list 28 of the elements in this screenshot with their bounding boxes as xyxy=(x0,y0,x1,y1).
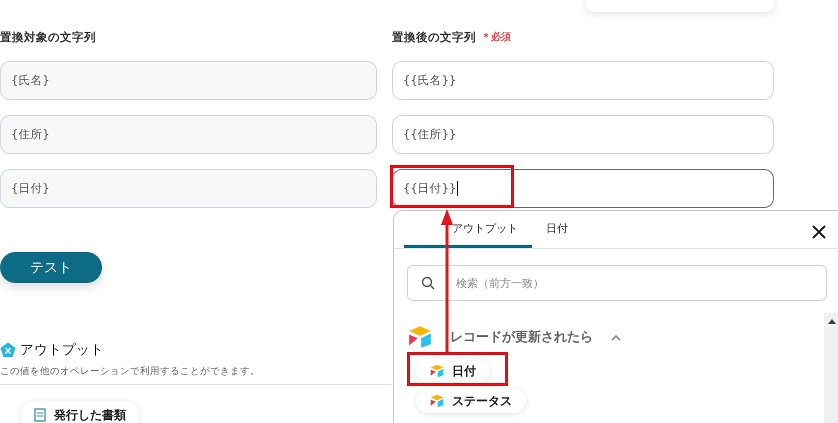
close-button[interactable] xyxy=(810,223,828,241)
section-description: この値を他のオペレーションで利用することができます。 xyxy=(0,365,260,378)
app-logo-icon xyxy=(430,364,444,378)
input-field[interactable]: {住所} xyxy=(0,115,377,154)
test-button[interactable]: テスト xyxy=(0,252,102,283)
input-field[interactable]: {{住所}} xyxy=(392,115,774,154)
input-field[interactable]: {{日付}} xyxy=(392,169,774,208)
group-title: レコードが更新されたら xyxy=(450,328,593,346)
close-icon xyxy=(810,223,828,241)
section-title: アウトプット xyxy=(20,341,104,359)
document-icon xyxy=(34,408,46,422)
app-logo-icon xyxy=(430,394,444,408)
field-label: 置換対象の文字列 xyxy=(0,28,97,46)
output-item[interactable]: 日付 xyxy=(416,359,490,383)
input-field[interactable]: {{氏名}} xyxy=(392,61,774,100)
app-logo-icon xyxy=(408,325,432,349)
scrollbar[interactable] xyxy=(824,313,838,423)
tab[interactable]: 日付 xyxy=(532,211,582,248)
required-mark: ＊必須 xyxy=(481,30,511,44)
output-chip[interactable]: 発行した書類 xyxy=(20,401,140,423)
input-field[interactable]: {日付} xyxy=(0,169,377,208)
chevron-up-icon[interactable] xyxy=(611,334,621,340)
search-icon xyxy=(421,276,435,290)
field-label: 置換後の文字列 xyxy=(392,30,476,44)
output-item[interactable]: ステータス xyxy=(416,389,526,413)
scroll-up-icon[interactable] xyxy=(828,319,836,324)
input-field[interactable]: {氏名} xyxy=(0,61,377,100)
search-field[interactable]: 検索（前方一致） xyxy=(407,265,827,301)
